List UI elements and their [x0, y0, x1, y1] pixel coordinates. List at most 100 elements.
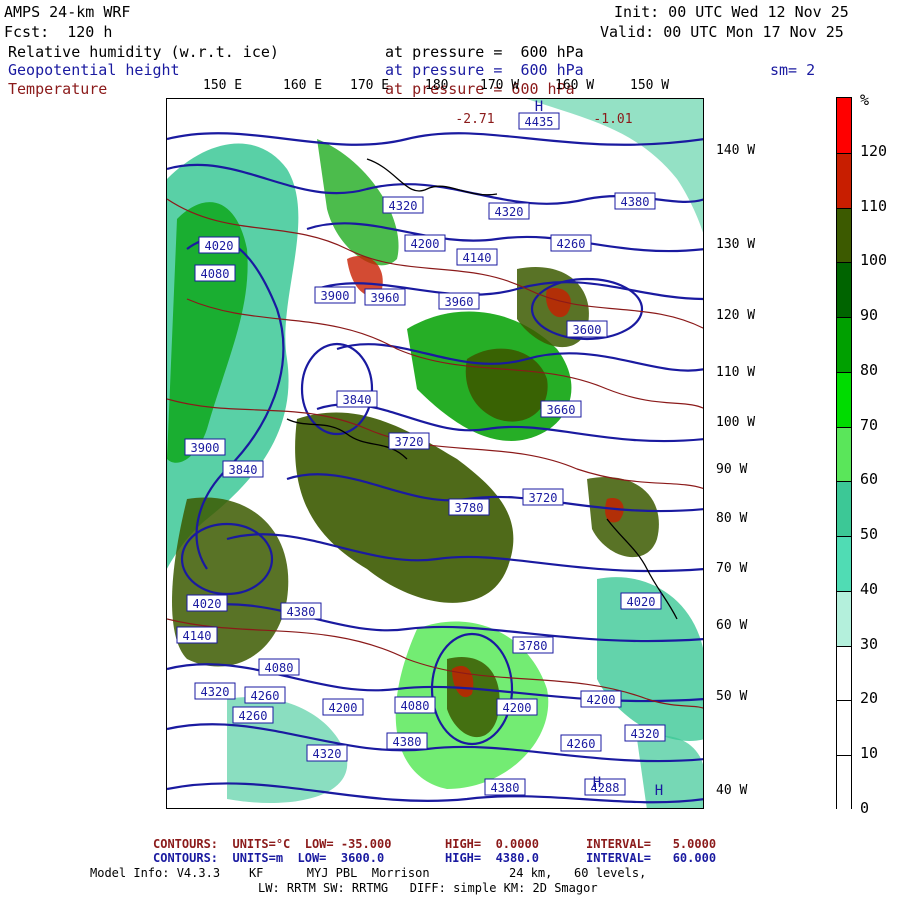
colorbar-tick-label: 0 [860, 799, 870, 817]
height-label: 4020 [186, 594, 228, 612]
svg-text:4260: 4260 [567, 737, 596, 751]
height-label: 4320 [194, 682, 236, 700]
high-marker: H [593, 775, 601, 791]
svg-text:4260: 4260 [251, 689, 280, 703]
colorbar-band [837, 536, 851, 593]
colorbar-band [837, 262, 851, 319]
svg-text:4020: 4020 [627, 595, 656, 609]
colorbar-band [837, 98, 851, 154]
svg-text:4260: 4260 [557, 237, 586, 251]
colorbar-unit: % [860, 91, 870, 109]
colorbar-tick-label: 50 [860, 525, 879, 544]
footer-height-interval: INTERVAL= 60.000 [586, 851, 717, 865]
lon-label: 170 W [480, 78, 520, 93]
footer-model-info: Model Info: V4.3.3 KF MYJ PBL Morrison 2… [90, 866, 647, 880]
svg-text:4320: 4320 [631, 727, 660, 741]
svg-text:3720: 3720 [529, 491, 558, 505]
svg-text:4380: 4380 [621, 195, 650, 209]
colorbar-tick-label: 60 [860, 470, 879, 489]
temperature-label: -2.71 [455, 112, 494, 127]
lat-label: 140 W [716, 143, 756, 158]
svg-text:4080: 4080 [401, 699, 430, 713]
svg-text:4320: 4320 [201, 685, 230, 699]
height-label: 4080 [258, 658, 300, 676]
lat-label: 130 W [716, 237, 756, 252]
height-label: 4320 [624, 724, 666, 742]
svg-text:4140: 4140 [463, 251, 492, 265]
lon-label: 150 E [203, 78, 243, 93]
colorbar-band [837, 207, 851, 264]
lon-label: 150 W [630, 78, 670, 93]
lat-label: 100 W [716, 415, 756, 430]
svg-text:4320: 4320 [495, 205, 524, 219]
svg-text:4140: 4140 [183, 629, 212, 643]
height-label: 4320 [488, 202, 530, 220]
svg-text:3720: 3720 [395, 435, 424, 449]
lat-label: 110 W [716, 365, 756, 380]
svg-text:4380: 4380 [491, 781, 520, 795]
height-label: 4020 [198, 236, 240, 254]
colorbar-band [837, 700, 851, 757]
height-label: 3840 [336, 390, 378, 408]
colorbar-tick-label: 70 [860, 415, 879, 434]
footer-height-high: HIGH= 4380.0 [445, 851, 539, 865]
colorbar-tick-label: 40 [860, 579, 879, 598]
lat-label: 50 W [716, 689, 748, 704]
colorbar-band [837, 317, 851, 374]
svg-text:4200: 4200 [329, 701, 358, 715]
height-label: 3960 [438, 292, 480, 310]
colorbar-band [837, 371, 851, 429]
height-label: 4380 [484, 778, 526, 796]
height-label: 4080 [194, 264, 236, 282]
height-label: 4200 [496, 698, 538, 716]
field-rh-name: Relative humidity (w.r.t. ice) [8, 43, 279, 61]
height-label: 4260 [560, 734, 602, 752]
colorbar-tick-label: 80 [860, 360, 879, 379]
svg-text:4320: 4320 [313, 747, 342, 761]
forecast-hour: Fcst: 120 h [4, 23, 113, 41]
field-height-level: at pressure = 600 hPa [385, 61, 584, 79]
height-label: 3780 [448, 498, 490, 516]
svg-text:4080: 4080 [201, 267, 230, 281]
colorbar-tick-label: 30 [860, 634, 879, 653]
colorbar-band [837, 481, 851, 538]
init-time: Init: 00 UTC Wed 12 Nov 25 [614, 3, 849, 21]
height-label: 4288 [584, 778, 626, 796]
footer-height-contours: CONTOURS: UNITS=m LOW= 3600.0 [153, 851, 385, 865]
footer-temp-interval: INTERVAL= 5.0000 [586, 837, 717, 851]
height-label: 4200 [580, 690, 622, 708]
colorbar-tick-label: 90 [860, 306, 879, 325]
smoothing: sm= 2 [770, 61, 816, 79]
height-label: 3720 [522, 488, 564, 506]
height-label: 4020 [620, 592, 662, 610]
height-label: 4200 [404, 234, 446, 252]
svg-text:3840: 3840 [343, 393, 372, 407]
field-temp-name: Temperature [8, 80, 108, 98]
height-label: 3960 [364, 288, 406, 306]
svg-text:4380: 4380 [287, 605, 316, 619]
forecast-map: 4435 4320 4320 4380 4260 4200 4140 4080 4020 3960… [166, 98, 704, 809]
lat-label: 40 W [716, 783, 748, 798]
svg-text:4200: 4200 [587, 693, 616, 707]
colorbar-band [837, 755, 851, 812]
lat-label: 80 W [716, 511, 748, 526]
lat-label: 120 W [716, 308, 756, 323]
colorbar-tick-label: 20 [860, 689, 879, 708]
height-label: 4140 [456, 248, 498, 266]
svg-text:4200: 4200 [411, 237, 440, 251]
svg-text:4200: 4200 [503, 701, 532, 715]
colorbar [836, 97, 852, 812]
svg-text:4380: 4380 [393, 735, 422, 749]
lat-label: 60 W [716, 618, 748, 633]
height-label: 4380 [386, 732, 428, 750]
height-label: 3840 [222, 460, 264, 478]
field-rh-level: at pressure = 600 hPa [385, 43, 584, 61]
colorbar-tick-label: 120 [860, 141, 888, 160]
lon-label: 160 E [283, 78, 323, 93]
height-label: 3720 [388, 432, 430, 450]
height-label: 4435 [518, 112, 560, 130]
svg-text:3840: 3840 [229, 463, 258, 477]
height-label: 3780 [512, 636, 554, 654]
model-title: AMPS 24-km WRF [4, 3, 131, 21]
colorbar-band [837, 590, 851, 648]
